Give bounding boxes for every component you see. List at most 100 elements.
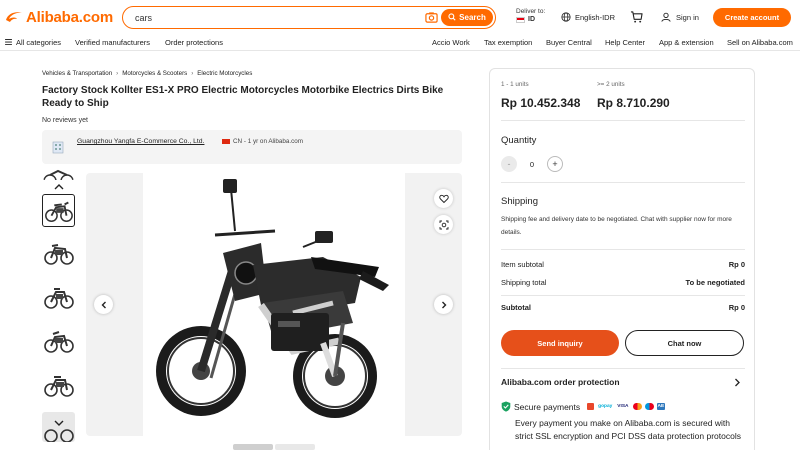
supplier-avatar-icon — [52, 141, 64, 154]
breadcrumb-item[interactable]: Motorcycles & Scooters — [122, 70, 187, 77]
image-search-button[interactable] — [434, 215, 453, 234]
subtotal-row: Subtotal Rp 0 — [501, 303, 745, 312]
chat-now-button[interactable]: Chat now — [625, 330, 744, 356]
shipping-total-row: Shipping total To be negotiated — [501, 278, 745, 287]
thumbnail[interactable] — [42, 368, 75, 401]
chevron-up-icon[interactable] — [53, 182, 65, 192]
chevron-down-icon[interactable] — [53, 418, 65, 428]
price-tier-range: 1 - 1 units — [501, 81, 529, 88]
quantity-label: Quantity — [501, 135, 537, 146]
breadcrumb-separator: › — [116, 70, 119, 77]
nav-app-extension[interactable]: App & extension — [659, 38, 714, 47]
chevron-right-icon — [441, 301, 446, 308]
maestro-logo-icon — [644, 403, 654, 410]
shipping-label: Shipping — [501, 196, 538, 207]
search-input[interactable] — [135, 10, 415, 25]
product-photo — [143, 173, 405, 436]
search-bar: Search — [122, 6, 496, 29]
heart-icon — [438, 194, 449, 203]
electric-motorcycle-image — [156, 179, 389, 418]
payment-logos: gopay VISA AE — [587, 403, 666, 410]
thumbnail[interactable] — [42, 280, 75, 313]
send-inquiry-button[interactable]: Send inquiry — [501, 330, 619, 356]
divider — [501, 182, 745, 183]
chevron-right-icon[interactable] — [733, 378, 741, 387]
category-nav: All categories Verified manufacturers Or… — [0, 34, 800, 51]
divider — [501, 368, 745, 369]
supplier-meta: CN - 1 yr on Alibaba.com — [233, 138, 303, 145]
nav-order-protections[interactable]: Order protections — [165, 38, 223, 47]
thumbnail-strip — [42, 168, 76, 442]
camera-icon[interactable] — [425, 11, 438, 24]
user-icon — [661, 12, 671, 22]
thumbnail[interactable] — [42, 236, 75, 269]
purchase-panel: 1 - 1 units >= 2 units Rp 10.452.348 Rp … — [489, 68, 755, 450]
search-icon — [448, 13, 456, 21]
top-header: Alibaba.com Search Deliver to: ID — [0, 0, 800, 34]
indonesia-flag-icon — [516, 17, 525, 23]
chevron-left-icon — [101, 301, 106, 308]
mastercard-logo-icon — [632, 403, 642, 410]
menu-icon[interactable] — [5, 39, 12, 45]
alibaba-logo-icon — [6, 12, 22, 22]
supplier-name-link[interactable]: Guangzhou Yangfa E-Commerce Co., Ltd. — [77, 138, 204, 145]
product-image-gallery — [86, 173, 462, 436]
price-tier-value: Rp 10.452.348 — [501, 96, 581, 110]
breadcrumb-item[interactable]: Electric Motorcycles — [197, 70, 252, 77]
motorcycle-thumbnail-icon — [44, 376, 74, 397]
thumbnail[interactable] — [42, 168, 75, 180]
quantity-increase-button[interactable]: + — [547, 156, 563, 172]
quantity-value[interactable]: 0 — [517, 160, 547, 169]
supplier-card: Guangzhou Yangfa E-Commerce Co., Ltd. CN… — [42, 130, 462, 164]
previous-image-button[interactable] — [94, 295, 113, 314]
deliver-to[interactable]: Deliver to: ID — [516, 8, 545, 24]
motorcycle-thumbnail-icon — [44, 331, 74, 353]
cart-icon[interactable] — [630, 11, 643, 23]
order-protection-title[interactable]: Alibaba.com order protection — [501, 377, 745, 387]
gallery-pagination — [233, 444, 315, 450]
nav-tax-exemption[interactable]: Tax exemption — [484, 38, 532, 47]
price-tier-range: >= 2 units — [597, 81, 625, 88]
nav-help-center[interactable]: Help Center — [605, 38, 645, 47]
motorcycle-thumbnail-icon — [45, 201, 73, 223]
nav-buyer-central[interactable]: Buyer Central — [546, 38, 592, 47]
secure-payments: Secure payments gopay VISA AE — [501, 401, 666, 412]
motorcycle-thumbnail-icon — [44, 288, 74, 309]
next-image-button[interactable] — [434, 295, 453, 314]
secure-payments-text: Every payment you make on Alibaba.com is… — [515, 418, 741, 441]
scan-icon — [439, 220, 448, 229]
language-selector[interactable]: English-IDR — [561, 12, 615, 22]
nav-accio-work[interactable]: Accio Work — [432, 38, 470, 47]
china-flag-icon — [222, 139, 230, 144]
divider — [501, 295, 745, 296]
nav-sell-on-alibaba[interactable]: Sell on Alibaba.com — [727, 38, 793, 47]
thumbnail-selected[interactable] — [42, 194, 75, 227]
nav-all-categories[interactable]: All categories — [16, 38, 61, 47]
sign-in-link[interactable]: Sign in — [661, 12, 699, 22]
amex-logo-icon: AE — [656, 403, 666, 410]
gopay-logo-icon: gopay — [598, 404, 613, 409]
create-account-button[interactable]: Create account — [713, 8, 791, 27]
pagination-dot[interactable] — [275, 444, 315, 450]
product-title: Factory Stock Kollter ES1-X PRO Electric… — [42, 85, 444, 109]
breadcrumb: Vehicles & Transportation › Motorcycles … — [42, 70, 252, 77]
breadcrumb-separator: › — [191, 70, 194, 77]
motorcycle-thumbnail-icon — [44, 244, 74, 265]
price-tier-value: Rp 8.710.290 — [597, 96, 670, 110]
breadcrumb-item[interactable]: Vehicles & Transportation — [42, 70, 112, 77]
divider — [501, 249, 745, 250]
divider — [501, 120, 745, 121]
alibaba-logo[interactable]: Alibaba.com — [4, 8, 113, 26]
shipping-text: Shipping fee and delivery date to be neg… — [501, 216, 732, 236]
thumbnail[interactable] — [42, 324, 75, 357]
motorcycle-thumbnail-icon — [43, 169, 74, 180]
search-button[interactable]: Search — [441, 8, 493, 26]
shield-check-icon — [501, 401, 511, 412]
quantity-decrease-button[interactable]: - — [501, 156, 517, 172]
quantity-stepper: - 0 + — [501, 156, 563, 172]
nav-verified-manufacturers[interactable]: Verified manufacturers — [75, 38, 150, 47]
pagination-dot[interactable] — [233, 444, 273, 450]
favorite-button[interactable] — [434, 189, 453, 208]
globe-icon — [561, 12, 571, 22]
review-status: No reviews yet — [42, 117, 88, 124]
